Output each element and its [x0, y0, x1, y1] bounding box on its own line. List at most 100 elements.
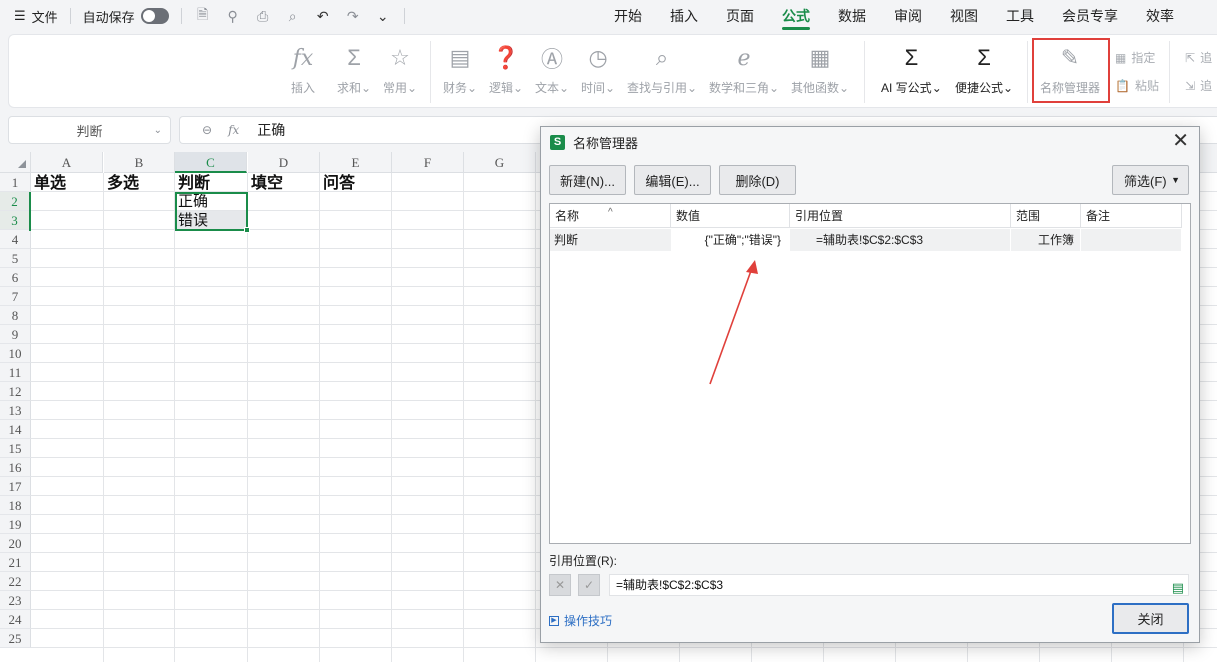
- share-icon[interactable]: ⚲: [224, 7, 242, 25]
- column-header-scope[interactable]: 范围: [1011, 204, 1081, 228]
- delete-button[interactable]: 删除(D): [719, 165, 796, 195]
- autosave-toggle[interactable]: [140, 8, 169, 24]
- save-icon[interactable]: 🗎: [194, 6, 212, 25]
- tab-5[interactable]: 审阅: [880, 0, 936, 32]
- tab-9[interactable]: 效率: [1132, 0, 1188, 32]
- column-header-name[interactable]: 名称 ^: [550, 204, 671, 228]
- tab-6[interactable]: 视图: [936, 0, 992, 32]
- logic-button[interactable]: ❓ 逻辑⌄: [489, 43, 523, 96]
- time-button[interactable]: ◷ 时间⌄: [581, 43, 615, 96]
- confirm-icon[interactable]: ✓: [578, 574, 600, 596]
- name-box[interactable]: 判断 ⌄: [8, 116, 171, 144]
- column-header[interactable]: G: [464, 152, 536, 173]
- column-header[interactable]: D: [248, 152, 320, 173]
- assign-button[interactable]: ▦ 指定: [1115, 49, 1155, 66]
- cell-c1[interactable]: 判断: [175, 173, 247, 192]
- column-header[interactable]: A: [31, 152, 103, 173]
- autosum-button[interactable]: Σ 求和⌄: [337, 43, 371, 96]
- cell-b1[interactable]: 多选: [104, 173, 176, 192]
- column-header[interactable]: B: [104, 152, 175, 173]
- ref-input[interactable]: =辅助表!$C$2:$C$3 ▤: [609, 574, 1189, 596]
- row-header[interactable]: 18: [0, 496, 31, 515]
- lookup-label: 查找与引用: [627, 81, 688, 95]
- names-list[interactable]: 名称 ^ 数值 引用位置 范围 备注 判断 {"正确";"错误"} =辅助表!$…: [549, 203, 1191, 544]
- name-manager-highlight: [1032, 38, 1110, 103]
- column-header-note[interactable]: 备注: [1081, 204, 1182, 228]
- row-header[interactable]: 7: [0, 287, 31, 306]
- chevron-down-icon[interactable]: ⌄: [374, 7, 392, 25]
- print-preview-icon[interactable]: ⌕: [284, 7, 302, 25]
- column-header[interactable]: F: [392, 152, 464, 173]
- ai-formula-button[interactable]: Σ AI 写公式⌄: [881, 43, 942, 96]
- cell-e1[interactable]: 问答: [320, 173, 392, 192]
- row-header[interactable]: 20: [0, 534, 31, 553]
- fx-icon[interactable]: fx: [228, 123, 239, 137]
- row-header[interactable]: 17: [0, 477, 31, 496]
- autosave-control[interactable]: 自动保存: [83, 7, 169, 26]
- tips-link[interactable]: ▶ 操作技巧: [549, 612, 612, 629]
- cell-a1[interactable]: 单选: [31, 173, 103, 192]
- row-header[interactable]: 11: [0, 363, 31, 382]
- other-functions-button[interactable]: ▦ 其他函数⌄: [791, 43, 849, 96]
- tab-4[interactable]: 数据: [824, 0, 880, 32]
- cell-d1[interactable]: 填空: [248, 173, 320, 192]
- row-header[interactable]: 24: [0, 610, 31, 629]
- select-all-corner[interactable]: [0, 152, 31, 173]
- row-header[interactable]: 2: [0, 192, 31, 211]
- undo-icon[interactable]: ↶: [314, 7, 332, 25]
- edit-button[interactable]: 编辑(E)...: [634, 165, 711, 195]
- trace-precedents-button[interactable]: ⇱ 追: [1185, 49, 1212, 66]
- row-header[interactable]: 16: [0, 458, 31, 477]
- common-functions-button[interactable]: ☆ 常用⌄: [383, 43, 417, 96]
- row-header[interactable]: 5: [0, 249, 31, 268]
- row-header[interactable]: 9: [0, 325, 31, 344]
- row-header[interactable]: 23: [0, 591, 31, 610]
- row-header[interactable]: 3: [0, 211, 31, 230]
- insert-function-button[interactable]: fx 插入: [291, 43, 315, 96]
- tab-8[interactable]: 会员专享: [1048, 0, 1132, 32]
- math-button[interactable]: ℯ 数学和三角⌄: [709, 43, 779, 96]
- tab-3[interactable]: 公式: [768, 0, 824, 32]
- new-button[interactable]: 新建(N)...: [549, 165, 626, 195]
- paste-button[interactable]: 📋 粘贴: [1115, 77, 1159, 94]
- row-header[interactable]: 21: [0, 553, 31, 572]
- zoom-icon[interactable]: ⊖: [202, 123, 212, 137]
- row-header[interactable]: 10: [0, 344, 31, 363]
- file-menu[interactable]: ☰ 文件: [14, 7, 58, 26]
- close-icon[interactable]: ✕: [1172, 131, 1189, 151]
- row-header[interactable]: 19: [0, 515, 31, 534]
- chevron-down-icon[interactable]: ⌄: [154, 125, 162, 136]
- finance-button[interactable]: ▤ 财务⌄: [443, 43, 477, 96]
- column-header[interactable]: C: [175, 152, 247, 173]
- fill-handle[interactable]: [244, 227, 250, 233]
- formula-value[interactable]: 正确: [257, 120, 285, 140]
- column-header-ref[interactable]: 引用位置: [790, 204, 1011, 228]
- tab-1[interactable]: 插入: [656, 0, 712, 32]
- row-header[interactable]: 14: [0, 420, 31, 439]
- row-header[interactable]: 6: [0, 268, 31, 287]
- row-header[interactable]: 1: [0, 173, 31, 192]
- redo-icon[interactable]: ↷: [344, 7, 362, 25]
- row-header[interactable]: 25: [0, 629, 31, 648]
- row-header[interactable]: 15: [0, 439, 31, 458]
- row-header[interactable]: 4: [0, 230, 31, 249]
- tab-0[interactable]: 开始: [600, 0, 656, 32]
- column-header[interactable]: E: [320, 152, 392, 173]
- tab-2[interactable]: 页面: [712, 0, 768, 32]
- quick-formula-button[interactable]: Σ 便捷公式⌄: [955, 43, 1013, 96]
- row-header[interactable]: 13: [0, 401, 31, 420]
- trace-dependents-button[interactable]: ⇲ 追: [1185, 77, 1212, 94]
- print-icon[interactable]: ⎙: [254, 7, 272, 25]
- lookup-button[interactable]: ⌕ 查找与引用⌄: [627, 43, 697, 96]
- range-select-icon[interactable]: ▤: [1172, 578, 1184, 598]
- text-button[interactable]: Ⓐ 文本⌄: [535, 43, 569, 96]
- column-header-value[interactable]: 数值: [671, 204, 790, 228]
- list-item[interactable]: 判断 {"正确";"错误"} =辅助表!$C$2:$C$3 工作簿: [550, 229, 1182, 251]
- row-header[interactable]: 22: [0, 572, 31, 591]
- row-header[interactable]: 12: [0, 382, 31, 401]
- tab-7[interactable]: 工具: [992, 0, 1048, 32]
- cancel-icon[interactable]: ✕: [549, 574, 571, 596]
- row-header[interactable]: 8: [0, 306, 31, 325]
- close-button[interactable]: 关闭: [1112, 603, 1189, 634]
- filter-button[interactable]: 筛选(F) ▼: [1112, 165, 1189, 195]
